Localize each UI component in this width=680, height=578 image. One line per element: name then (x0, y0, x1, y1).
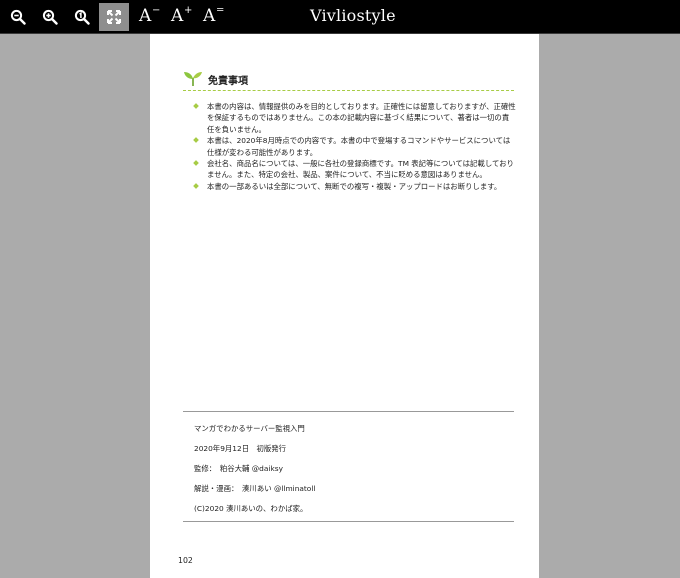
zoom-actual-size-button[interactable] (67, 3, 97, 31)
font-smaller-modifier: − (152, 5, 161, 16)
colophon-author: 解説・漫画： 湊川あい @llminatoll (194, 484, 316, 493)
list-item: 本書の内容は、情報提供のみを目的としております。正確性には留意しておりますが、正… (193, 101, 516, 135)
font-smaller-letter: A (139, 6, 152, 26)
list-item: 会社名、商品名については、一般に各社の登録商標です。TM 表記等については記載し… (193, 158, 516, 181)
bullet-diamond-icon (193, 160, 199, 166)
colophon: マンガでわかるサーバー監視入門 2020年9月12日 初版発行 監修： 粕谷大輔… (183, 411, 514, 522)
font-reset-letter: A (203, 6, 216, 26)
list-item-text: 本書の一部あるいは全部について、無断での複写・複製・アップロードはお断りします。 (207, 181, 502, 191)
zoom-actual-size-icon (74, 9, 90, 25)
colophon-supervisor: 監修： 粕谷大輔 @daiksy (194, 464, 283, 473)
font-size-reset-button[interactable]: A = (199, 3, 225, 31)
sprout-icon (184, 72, 202, 86)
disclaimer-title: 免責事項 (208, 76, 248, 87)
disclaimer-heading: 免責事項 (183, 70, 514, 91)
bullet-diamond-icon (193, 183, 199, 189)
list-item-text: 本書は、2020年8月時点での内容です。本書の中で登場するコマンドやサービスにつ… (207, 136, 511, 157)
colophon-publish-date: 2020年9月12日 初版発行 (194, 444, 287, 453)
zoom-in-icon (42, 9, 58, 25)
font-larger-modifier: + (184, 5, 193, 16)
viewer-toolbar: A − A + A = Vivliostyle (0, 0, 680, 34)
fit-to-screen-button[interactable] (99, 3, 129, 31)
font-reset-modifier: = (216, 5, 225, 16)
colophon-book-title: マンガでわかるサーバー監視入門 (194, 424, 305, 433)
bullet-diamond-icon (193, 103, 199, 109)
font-size-increase-button[interactable]: A + (167, 3, 193, 31)
list-item: 本書は、2020年8月時点での内容です。本書の中で登場するコマンドやサービスにつ… (193, 135, 516, 158)
zoom-out-icon (10, 9, 26, 25)
app-brand: Vivliostyle (310, 6, 396, 25)
page-number: 102 (178, 556, 193, 565)
font-size-decrease-button[interactable]: A − (135, 3, 161, 31)
zoom-in-button[interactable] (35, 3, 65, 31)
disclaimer-list: 本書の内容は、情報提供のみを目的としております。正確性には留意しておりますが、正… (193, 101, 516, 192)
book-page: 免責事項 本書の内容は、情報提供のみを目的としております。正確性には留意しており… (150, 34, 539, 578)
colophon-copyright: (C)2020 湊川あいの、わかば家。 (194, 504, 308, 513)
list-item-text: 会社名、商品名については、一般に各社の登録商標です。TM 表記等については記載し… (207, 159, 514, 180)
list-item-text: 本書の内容は、情報提供のみを目的としております。正確性には留意しておりますが、正… (207, 102, 516, 134)
font-larger-letter: A (171, 6, 184, 26)
fit-to-screen-icon (107, 10, 121, 24)
bullet-diamond-icon (193, 137, 199, 144)
list-item: 本書の一部あるいは全部について、無断での複写・複製・アップロードはお断りします。 (193, 181, 516, 192)
zoom-out-button[interactable] (3, 3, 33, 31)
